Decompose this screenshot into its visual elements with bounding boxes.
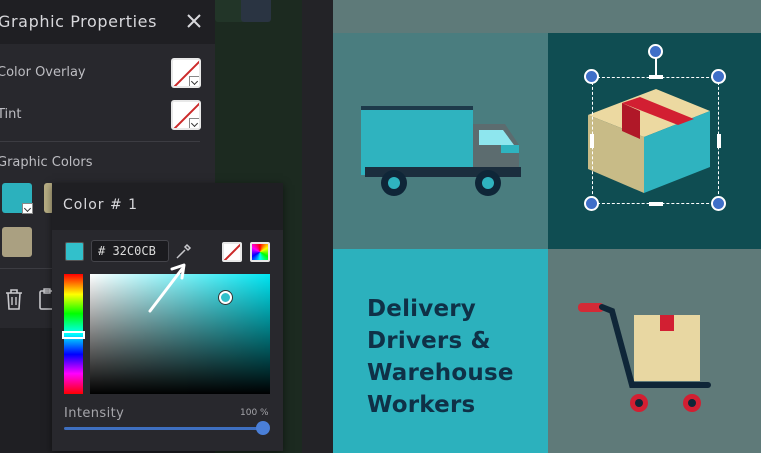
intensity-label: Intensity [64, 406, 125, 421]
color-picker-handle[interactable] [219, 291, 232, 304]
annotation-arrow [148, 263, 186, 313]
color-wheel-button[interactable] [250, 242, 270, 262]
headline-tile[interactable]: Delivery Drivers & Warehouse Workers [333, 249, 548, 453]
workspace-gutter [302, 0, 333, 453]
hand-truck-icon[interactable] [548, 249, 761, 453]
graphic-color-swatch-1[interactable] [2, 183, 33, 214]
color-picker-header: Color # 1 [52, 183, 283, 230]
intensity-value: 100 % [240, 408, 269, 418]
truck-tile[interactable] [333, 33, 548, 249]
no-color-button[interactable] [222, 242, 242, 262]
resize-handle-top[interactable] [649, 75, 663, 79]
delete-icon[interactable] [0, 284, 28, 314]
current-color-swatch [65, 242, 84, 261]
truck-icon[interactable] [333, 33, 548, 249]
color-overlay-swatch[interactable] [171, 58, 201, 88]
panel-title: Graphic Properties [0, 12, 158, 31]
resize-handle-right[interactable] [717, 134, 721, 148]
hex-color-input[interactable]: # 32C0CB [91, 240, 169, 262]
panel-header: Graphic Properties [0, 0, 215, 44]
graphic-colors-label: Graphic Colors [0, 155, 93, 170]
eyedropper-icon[interactable] [175, 242, 193, 260]
resize-handle-left[interactable] [590, 134, 594, 148]
selection-box[interactable] [592, 77, 719, 204]
color-picker-title: Color # 1 [63, 197, 139, 213]
chevron-down-icon[interactable] [189, 76, 199, 86]
rotate-handle[interactable] [648, 44, 663, 59]
tint-swatch[interactable] [171, 100, 201, 130]
divider [0, 268, 52, 269]
cart-tile[interactable] [548, 249, 761, 453]
chevron-down-icon[interactable] [189, 118, 199, 128]
headline-text[interactable]: Delivery Drivers & Warehouse Workers [367, 293, 542, 421]
intensity-slider-handle[interactable] [256, 421, 270, 435]
resize-handle-bottom-right[interactable] [711, 196, 726, 211]
intensity-slider-track[interactable] [64, 427, 264, 430]
tint-label: Tint [0, 107, 22, 122]
chevron-down-icon[interactable] [22, 203, 33, 214]
hue-slider-handle[interactable] [62, 331, 85, 339]
graphic-color-swatch-3[interactable] [2, 227, 32, 257]
editor-screen: Delivery Drivers & Warehouse Workers Gra… [0, 0, 761, 453]
color-overlay-label: Color Overlay [0, 65, 86, 80]
design-canvas[interactable]: Delivery Drivers & Warehouse Workers [333, 0, 761, 453]
resize-handle-bottom[interactable] [649, 202, 663, 206]
page-thumbnail[interactable] [241, 0, 271, 22]
resize-handle-bottom-left[interactable] [584, 196, 599, 211]
close-icon[interactable] [185, 12, 203, 30]
divider [0, 141, 200, 142]
resize-handle-top-left[interactable] [584, 69, 599, 84]
resize-handle-top-right[interactable] [711, 69, 726, 84]
color-picker-popup: Color # 1 # 32C0CB Intensity 100 % [52, 183, 283, 451]
rotate-handle-stem [655, 58, 657, 76]
hue-slider[interactable] [62, 274, 85, 394]
